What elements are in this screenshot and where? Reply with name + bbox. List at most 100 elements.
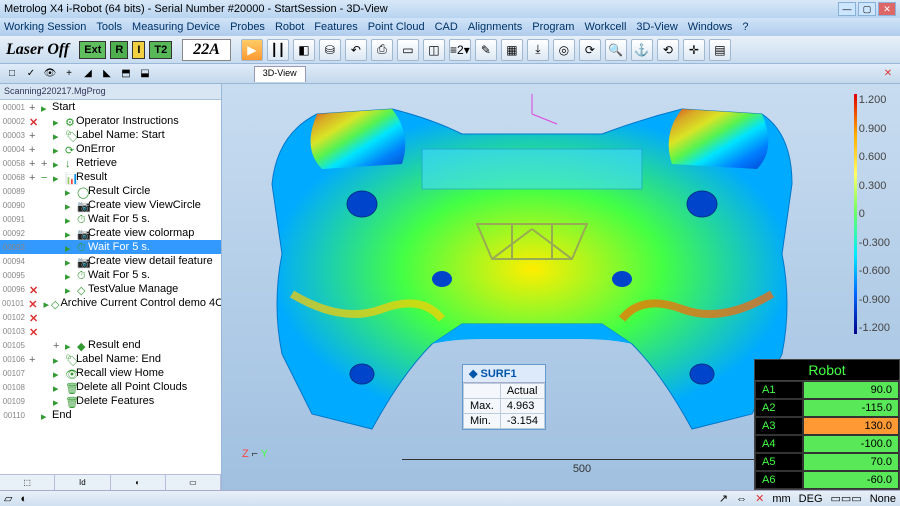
tree-row[interactable]: 00089▸◯Result Circle	[0, 184, 221, 198]
tool-anchor[interactable]: ⚓	[631, 39, 653, 61]
tree-row[interactable]: 00001+▸Start	[0, 100, 221, 114]
pause-button[interactable]: ┃┃	[267, 39, 289, 61]
tag-i[interactable]: I	[132, 41, 145, 59]
tree-row[interactable]: 00110▸End	[0, 408, 221, 422]
tree-row[interactable]: 00096✕▸◇TestValue Manage	[0, 282, 221, 296]
tree-row[interactable]: 00068+−▸📊Result	[0, 170, 221, 184]
tree-row[interactable]: 00091▸⏱Wait For 5 s.	[0, 212, 221, 226]
tree-row[interactable]: 00092▸📷Create view colormap	[0, 226, 221, 240]
tool-axis[interactable]: ✛	[683, 39, 705, 61]
status-bar: ▱ ◐ ↗ ⇔ ✕ mm DEG ▭▭▭ None	[0, 490, 900, 506]
tree-list[interactable]: 00001+▸Start00002✕▸⚙Operator Instruction…	[0, 100, 221, 474]
3d-view-wrapper: Z ⌐ Y 500 1.2000.9000.6000.3000-0.300-0.…	[222, 84, 900, 490]
tree-row[interactable]: 00105+▸◆Result end	[0, 338, 221, 352]
tree-row[interactable]: 00002✕▸⚙Operator Instructions	[0, 114, 221, 128]
menu-program[interactable]: Program	[532, 21, 574, 33]
tool-cube[interactable]: ◫	[423, 39, 445, 61]
menu-features[interactable]: Features	[314, 21, 357, 33]
menu-tools[interactable]: Tools	[96, 21, 122, 33]
tool-layers[interactable]: ≡2▾	[449, 39, 471, 61]
menu-cad[interactable]: CAD	[435, 21, 458, 33]
tag-r[interactable]: R	[110, 41, 128, 59]
menu-robot[interactable]: Robot	[275, 21, 304, 33]
laser-status[interactable]: Laser Off	[6, 41, 69, 59]
t2-b[interactable]: ◣	[99, 66, 115, 82]
tree-row[interactable]: 00058++▸↓Retrieve	[0, 156, 221, 170]
menu-?[interactable]: ?	[742, 21, 748, 33]
menu-3d-view[interactable]: 3D-View	[636, 21, 677, 33]
tree-row[interactable]: 00101✕▸◇Archive Current Control demo 4C …	[0, 296, 221, 310]
tf-2[interactable]: Id	[55, 475, 110, 490]
tree-row[interactable]: 00094▸📷Create view detail feature	[0, 254, 221, 268]
sb-deg: DEG	[799, 493, 823, 505]
tool-undo[interactable]: ↶	[345, 39, 367, 61]
tree-row[interactable]: 00004+▸⟳OnError	[0, 142, 221, 156]
tool-print[interactable]: ⎙	[371, 39, 393, 61]
tool-grid[interactable]: ▤	[709, 39, 731, 61]
menu-probes[interactable]: Probes	[230, 21, 265, 33]
3d-viewport[interactable]: Z ⌐ Y 500 1.2000.9000.6000.3000-0.300-0.…	[222, 84, 900, 490]
tree-row[interactable]: 00102✕	[0, 310, 221, 324]
menu-working-session[interactable]: Working Session	[4, 21, 86, 33]
robot-row-A4: A4-100.0	[755, 435, 899, 453]
menu-alignments[interactable]: Alignments	[468, 21, 522, 33]
view-tab[interactable]: 3D-View	[254, 66, 306, 82]
sb-icon1[interactable]: ▱	[4, 492, 12, 505]
t2-a[interactable]: ◢	[80, 66, 96, 82]
tool-edit[interactable]: ✎	[475, 39, 497, 61]
tool-export[interactable]: ⤓	[527, 39, 549, 61]
sb-prog: ▭▭▭	[831, 492, 862, 505]
robot-row-A3: A3130.0	[755, 417, 899, 435]
menu-measuring-device[interactable]: Measuring Device	[132, 21, 220, 33]
tool-box[interactable]: ▭	[397, 39, 419, 61]
tree-tab[interactable]: Scanning220217.MgProg	[0, 84, 221, 100]
t2-c[interactable]: ⬒	[118, 66, 134, 82]
tree-row[interactable]: 00003+▸🏷Label Name: Start	[0, 128, 221, 142]
t2-new[interactable]: □	[4, 66, 20, 82]
t2-d[interactable]: ⬓	[137, 66, 153, 82]
axis-indicator: Z ⌐ Y	[242, 448, 268, 460]
sb-none: None	[870, 493, 896, 505]
tree-row[interactable]: 00093▸⏱Wait For 5 s.	[0, 240, 221, 254]
tree-row[interactable]: 00108▸🗑Delete all Point Clouds	[0, 380, 221, 394]
tree-row[interactable]: 00103✕	[0, 324, 221, 338]
tree-row[interactable]: 00095▸⏱Wait For 5 s.	[0, 268, 221, 282]
tag-ext[interactable]: Ext	[79, 41, 106, 59]
menu-point-cloud[interactable]: Point Cloud	[368, 21, 425, 33]
tool-rot[interactable]: ⟲	[657, 39, 679, 61]
minimize-button[interactable]: —	[838, 2, 856, 16]
color-scale: 1.2000.9000.6000.3000-0.300-0.600-0.900-…	[854, 94, 890, 334]
tool-view1[interactable]: ◧	[293, 39, 315, 61]
menu-workcell[interactable]: Workcell	[584, 21, 626, 33]
t2-eye[interactable]: 👁	[42, 66, 58, 82]
tf-1[interactable]: ⬚	[0, 475, 55, 490]
t2-close[interactable]: ✕	[880, 66, 896, 82]
tree-row[interactable]: 00107▸👁Recall view Home	[0, 366, 221, 380]
window-title: Metrolog X4 i-Robot (64 bits) - Serial N…	[4, 3, 388, 15]
tree-row[interactable]: 00106+▸🏷Label Name: End	[0, 352, 221, 366]
tag-t2[interactable]: T2	[149, 41, 172, 59]
close-button[interactable]: ✕	[878, 2, 896, 16]
titlebar: Metrolog X4 i-Robot (64 bits) - Serial N…	[0, 0, 900, 18]
robot-row-A2: A2-115.0	[755, 399, 899, 417]
tool-target[interactable]: ◎	[553, 39, 575, 61]
play-button[interactable]: ▶	[241, 39, 263, 61]
tf-4[interactable]: ▭	[166, 475, 221, 490]
menu-windows[interactable]: Windows	[688, 21, 733, 33]
main-toolbar: Laser Off Ext R I T2 22A ▶ ┃┃ ◧ ⛁ ↶ ⎙ ▭ …	[0, 36, 900, 64]
tf-3[interactable]: ◐	[111, 475, 166, 490]
tool-sheet[interactable]: ▦	[501, 39, 523, 61]
tree-row[interactable]: 00109▸🗑Delete Features	[0, 394, 221, 408]
maximize-button[interactable]: ▢	[858, 2, 876, 16]
tool-refresh[interactable]: ⟳	[579, 39, 601, 61]
tree-row[interactable]: 00090▸📷Create view ViewCircle	[0, 198, 221, 212]
sb-mm: mm	[772, 493, 790, 505]
t2-chk[interactable]: ✓	[23, 66, 39, 82]
robot-title: Robot	[755, 360, 899, 381]
robot-row-A5: A570.0	[755, 453, 899, 471]
sb-drag: ⇔	[736, 493, 747, 505]
t2-mag[interactable]: +	[61, 66, 77, 82]
sb-icon2[interactable]: ◐	[20, 493, 27, 505]
tool-zoom[interactable]: 🔍	[605, 39, 627, 61]
tool-disk[interactable]: ⛁	[319, 39, 341, 61]
